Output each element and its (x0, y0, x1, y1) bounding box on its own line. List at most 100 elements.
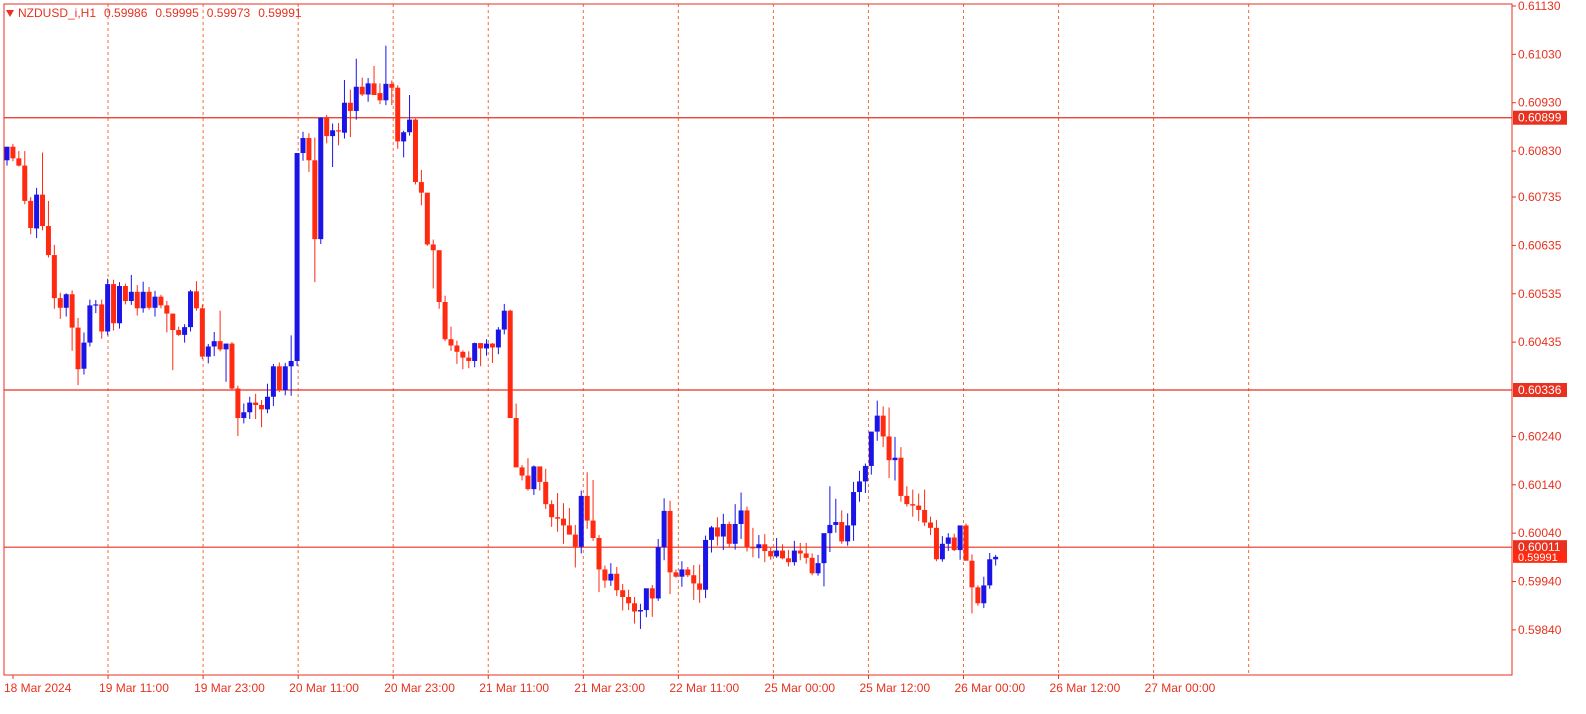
price-axis[interactable]: 0.61130 0.61030 0.60930 0.60830 0.60735 0.606… (1512, 0, 1567, 637)
candle-body (312, 160, 318, 240)
candle-body (282, 366, 288, 391)
candle-body (28, 200, 34, 228)
candle-body (347, 102, 353, 111)
candle-body (51, 255, 57, 299)
candle (318, 117, 324, 244)
candle-body (318, 117, 324, 240)
candle-body (626, 596, 632, 604)
candle (501, 303, 507, 335)
candle (10, 143, 16, 162)
candle (679, 561, 685, 587)
candle-body (253, 402, 259, 405)
x-tick-label: 21 Mar 23:00 (574, 681, 645, 695)
candle-body (951, 537, 957, 551)
candle-body (336, 130, 342, 132)
candle (933, 520, 939, 562)
current-price-label: 0.59991 (1518, 552, 1558, 564)
symbol-header: NZDUSD_i,H1 0.59986 0.59995 0.59973 0.59… (6, 6, 302, 20)
price-chart[interactable]: 0.61130 0.61030 0.60930 0.60830 0.60735 0.606… (0, 0, 1586, 709)
candle (916, 493, 922, 522)
candle (993, 554, 999, 566)
candle (531, 465, 537, 495)
candle (170, 313, 176, 371)
candle (211, 331, 217, 357)
candle (543, 468, 549, 509)
price-level-label: 0.60899 (1518, 111, 1562, 125)
candle (839, 510, 845, 544)
y-tick-label: 0.60930 (1518, 96, 1562, 110)
candle-body (673, 572, 679, 577)
candle-body (584, 495, 590, 521)
candle-body (63, 294, 69, 308)
y-tick-label: 0.60735 (1518, 190, 1562, 204)
candle-body (75, 327, 81, 370)
candle-body (193, 291, 199, 309)
candle (57, 292, 63, 319)
candle (791, 540, 797, 566)
candle (655, 538, 661, 601)
open-price: 0.59986 (104, 6, 148, 20)
candle (40, 152, 46, 231)
candle-body (116, 286, 122, 324)
candle-body (697, 583, 703, 590)
candle-body (720, 523, 726, 537)
candle (223, 343, 229, 382)
x-tick-label: 26 Mar 12:00 (1050, 681, 1121, 695)
candle-body (489, 343, 495, 348)
candle-body (294, 153, 300, 361)
x-tick-label: 22 Mar 11:00 (669, 681, 739, 695)
candle-body (152, 296, 158, 308)
candle (466, 351, 472, 369)
candle (661, 498, 667, 561)
candle (371, 65, 377, 95)
candle-body (708, 527, 714, 540)
candle-body (424, 192, 430, 245)
candle-body (241, 412, 247, 419)
candle-body (495, 329, 501, 348)
y-tick-label: 0.59840 (1518, 623, 1562, 637)
candle-body (466, 357, 472, 361)
candle (519, 464, 525, 481)
candle (4, 146, 10, 166)
candlestick-chart[interactable]: 0.61130 0.61030 0.60930 0.60830 0.60735 0.606… (0, 0, 1586, 709)
candle-body (270, 366, 276, 397)
x-tick-label: 20 Mar 11:00 (289, 681, 359, 695)
candle (424, 192, 430, 246)
candle (270, 363, 276, 406)
candle-body (300, 138, 306, 154)
candle (454, 340, 460, 364)
candle (590, 479, 596, 541)
candle (489, 343, 495, 363)
candle (768, 547, 774, 560)
x-tick-label: 25 Mar 00:00 (764, 681, 835, 695)
candle-body (703, 539, 709, 590)
candle-body (679, 569, 685, 577)
candle-body (223, 343, 229, 350)
candle (75, 317, 81, 386)
candle-body (809, 557, 815, 574)
candle-body (211, 341, 217, 347)
candle (833, 498, 839, 533)
candle-body (158, 296, 164, 306)
candle-body (874, 415, 880, 432)
candle-body (851, 492, 857, 526)
candle-body (685, 569, 691, 576)
candle-body (478, 343, 484, 349)
dropdown-triangle-icon[interactable] (6, 9, 14, 17)
candle-body (632, 603, 638, 612)
candle-body (768, 551, 774, 557)
candle-body (904, 495, 910, 505)
candle (116, 282, 122, 329)
candle-body (395, 87, 401, 142)
candle (827, 486, 833, 553)
candle-body (10, 146, 16, 159)
candle (347, 89, 353, 138)
candle-body (667, 510, 673, 573)
time-axis[interactable]: 18 Mar 2024 19 Mar 11:00 19 Mar 23:00 20 Ma… (4, 675, 1216, 695)
candle (448, 326, 454, 351)
candle-body (785, 558, 791, 563)
candle (720, 513, 726, 551)
candle-body (259, 404, 265, 410)
candle (418, 169, 424, 206)
candle-body (484, 343, 490, 349)
